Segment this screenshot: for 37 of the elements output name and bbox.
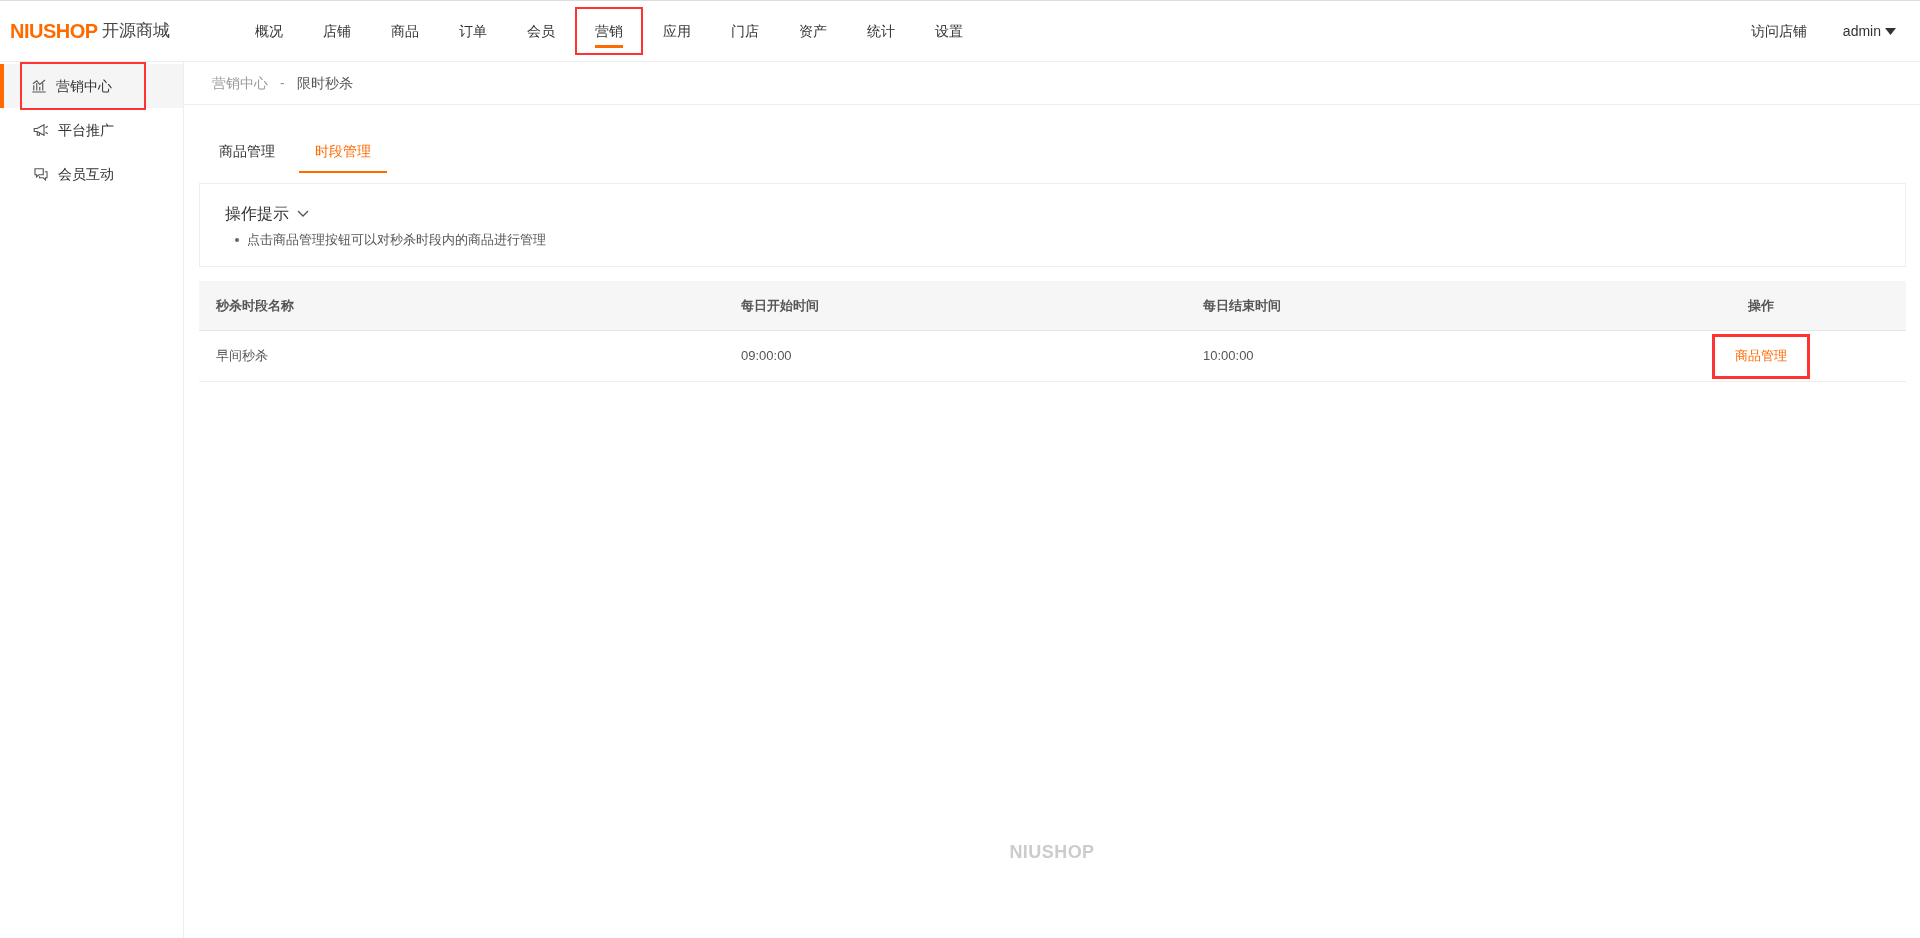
sidebar-label: 平台推广 <box>58 120 114 140</box>
column-header: 每日结束时间 <box>1203 297 1281 313</box>
nav-tab[interactable]: 店铺 <box>303 7 371 55</box>
user-menu[interactable]: admin <box>1842 20 1896 42</box>
table-cell: 10:00:00 <box>1203 348 1254 364</box>
nav-tab[interactable]: 营销 <box>575 7 643 55</box>
nav-tab[interactable]: 统计 <box>847 7 915 55</box>
column-header: 操作 <box>1748 297 1774 313</box>
column-header: 每日开始时间 <box>741 297 819 313</box>
chat-icon <box>32 165 50 183</box>
visit-store-link[interactable]: 访问店铺 <box>1750 20 1807 42</box>
bullet-icon <box>235 237 239 242</box>
nav-tab[interactable]: 设置 <box>915 7 983 55</box>
sidebar-label: 营销中心 <box>56 76 112 96</box>
nav-tab[interactable]: 门店 <box>711 7 779 55</box>
table-cell: 早间秒杀 <box>216 348 268 364</box>
nav-tab[interactable]: 会员 <box>507 7 575 55</box>
nav-tab[interactable]: 应用 <box>643 7 711 55</box>
tips-toggle[interactable]: 操作提示 <box>225 202 309 226</box>
table-cell: 09:00:00 <box>741 348 792 364</box>
chart-icon <box>30 77 48 95</box>
sidebar-item[interactable]: 会员互动 <box>0 152 183 196</box>
sidebar-label: 会员互动 <box>58 164 114 184</box>
column-header: 秒杀时段名称 <box>216 297 294 313</box>
sidebar-item[interactable]: 营销中心 <box>0 64 183 108</box>
nav-tab[interactable]: 概况 <box>235 7 303 55</box>
nav-tab[interactable]: 商品 <box>371 7 439 55</box>
nav-tab[interactable]: 资产 <box>779 7 847 55</box>
nav-tab[interactable]: 订单 <box>439 7 507 55</box>
tab[interactable]: 商品管理 <box>203 131 291 173</box>
brand-name: 开源商城 <box>101 20 170 43</box>
caret-icon <box>1885 27 1896 35</box>
megaphone-icon <box>32 121 50 139</box>
breadcrumb-item: 限时秒杀 <box>296 73 353 93</box>
tip-text: 点击商品管理按钮可以对秒杀时段内的商品进行管理 <box>247 231 546 249</box>
chevron-icon <box>297 210 309 218</box>
sidebar-item[interactable]: 平台推广 <box>0 108 183 152</box>
